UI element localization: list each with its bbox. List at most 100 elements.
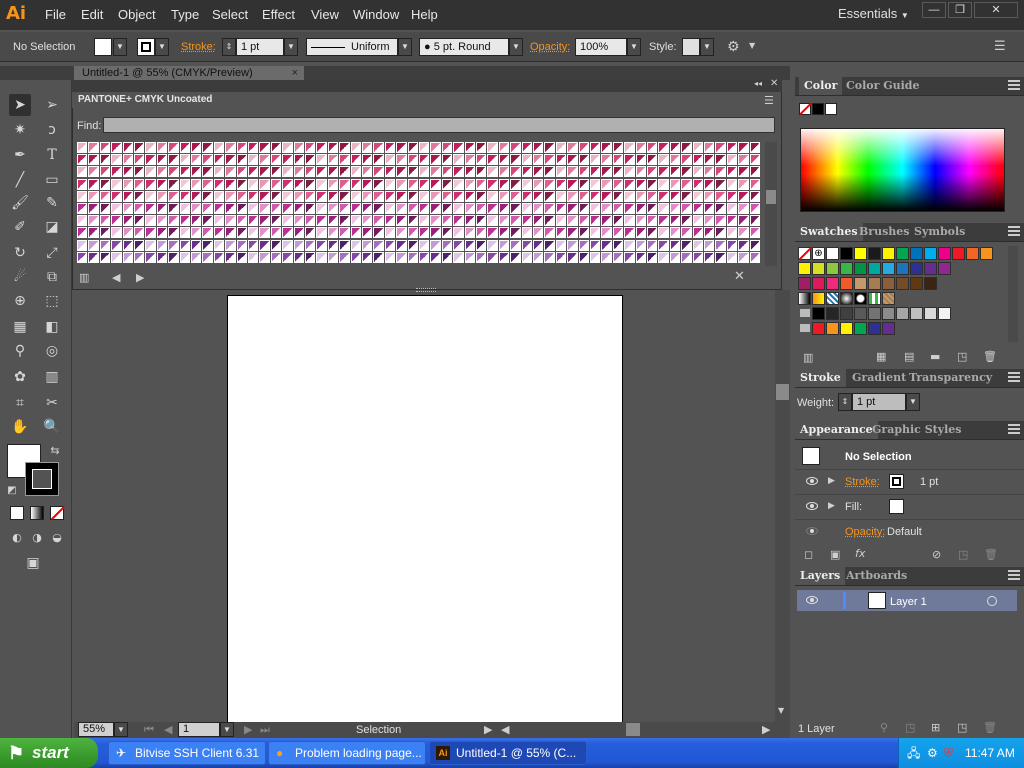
menu-window[interactable]: Window xyxy=(353,7,399,22)
pantone-swatch[interactable] xyxy=(578,251,589,263)
pantone-swatch[interactable] xyxy=(749,178,760,190)
pantone-swatch[interactable] xyxy=(430,215,441,227)
pantone-swatch[interactable] xyxy=(213,142,225,153)
pantone-swatch[interactable] xyxy=(749,166,760,178)
swatch[interactable] xyxy=(910,262,923,275)
swatch[interactable] xyxy=(826,307,839,320)
pantone-swatch[interactable] xyxy=(134,239,145,251)
pantone-scrollbar[interactable] xyxy=(765,142,777,266)
pantone-swatch[interactable] xyxy=(715,178,726,190)
pantone-swatch[interactable] xyxy=(236,227,247,239)
pantone-swatch[interactable] xyxy=(384,154,396,166)
pantone-swatch[interactable] xyxy=(236,178,247,190)
pantone-swatch[interactable] xyxy=(350,251,361,263)
perspective-grid-tool-icon[interactable]: ⬚ xyxy=(41,290,63,312)
pantone-swatch[interactable] xyxy=(487,166,498,178)
none-swatch[interactable] xyxy=(799,102,812,116)
pantone-swatch[interactable] xyxy=(612,142,624,153)
swatch[interactable] xyxy=(798,277,811,290)
pantone-swatch[interactable] xyxy=(430,190,441,202)
swatch[interactable] xyxy=(980,247,993,260)
pen-tool-icon[interactable]: ✒ xyxy=(9,144,31,166)
pantone-swatch[interactable] xyxy=(134,178,145,190)
pantone-swatch[interactable] xyxy=(749,190,760,202)
pantone-swatch[interactable] xyxy=(430,203,441,214)
swatch[interactable] xyxy=(854,307,867,320)
pantone-swatch[interactable] xyxy=(407,142,418,153)
pantone-swatch[interactable] xyxy=(316,166,327,178)
swatch[interactable] xyxy=(896,247,909,260)
stroke-swatch-dropdown[interactable]: ▼ xyxy=(155,38,169,56)
pantone-swatch[interactable] xyxy=(624,178,635,190)
pantone-swatch[interactable] xyxy=(635,239,646,251)
new-color-group-icon[interactable]: ▬ xyxy=(930,350,940,363)
pantone-swatch[interactable] xyxy=(305,154,316,166)
gradient-swatch[interactable] xyxy=(826,292,839,305)
blend-tool-icon[interactable]: ◎ xyxy=(41,340,63,362)
pantone-swatch[interactable] xyxy=(521,166,532,178)
close-button[interactable]: ✕ xyxy=(974,2,1018,18)
pantone-swatch[interactable] xyxy=(134,215,145,227)
pantone-swatch[interactable] xyxy=(704,142,715,153)
registration-swatch[interactable]: ⊕ xyxy=(812,247,825,260)
pantone-swatch[interactable] xyxy=(350,227,361,239)
screen-mode-icon[interactable]: ▣ xyxy=(22,552,44,574)
pantone-swatch[interactable] xyxy=(293,190,304,202)
pantone-swatch[interactable] xyxy=(179,239,190,251)
pantone-swatch[interactable] xyxy=(521,154,532,166)
draw-normal-icon[interactable]: ◐ xyxy=(6,527,28,549)
eye-icon[interactable] xyxy=(806,502,818,510)
pantone-swatch[interactable] xyxy=(590,239,601,251)
pantone-swatch[interactable] xyxy=(305,178,316,190)
pantone-swatch[interactable] xyxy=(419,239,430,251)
pantone-swatch[interactable] xyxy=(236,190,247,202)
pantone-swatch[interactable] xyxy=(293,166,304,178)
pantone-swatch[interactable] xyxy=(487,154,498,166)
pantone-swatch[interactable] xyxy=(726,203,738,214)
pantone-swatch[interactable] xyxy=(692,239,703,251)
swatch[interactable] xyxy=(924,247,937,260)
previous-library-icon[interactable]: ◀ xyxy=(112,271,120,284)
pantone-swatch[interactable] xyxy=(316,178,327,190)
pantone-swatch[interactable] xyxy=(692,227,703,239)
pantone-swatch[interactable] xyxy=(692,215,703,227)
swatch[interactable] xyxy=(882,322,895,335)
pantone-swatch[interactable] xyxy=(191,142,202,153)
free-transform-tool-icon[interactable]: ⧉ xyxy=(41,266,63,288)
pantone-swatch[interactable] xyxy=(282,178,293,190)
pantone-swatch[interactable] xyxy=(384,251,396,263)
pantone-swatch[interactable] xyxy=(236,215,247,227)
pantone-swatch[interactable] xyxy=(156,166,168,178)
swatch[interactable] xyxy=(826,262,839,275)
white-swatch[interactable] xyxy=(825,103,837,115)
pantone-swatch[interactable] xyxy=(464,251,475,263)
pantone-swatch[interactable] xyxy=(293,203,304,214)
swatch[interactable] xyxy=(868,277,881,290)
appearance-opacity-label[interactable]: Opacity: xyxy=(845,526,885,538)
swatch[interactable] xyxy=(826,277,839,290)
swatch[interactable] xyxy=(840,262,853,275)
pantone-swatch[interactable] xyxy=(111,227,122,239)
pantone-swatch[interactable] xyxy=(590,190,601,202)
pantone-swatch[interactable] xyxy=(555,154,567,166)
pantone-swatch[interactable] xyxy=(681,178,692,190)
swatch[interactable] xyxy=(868,247,881,260)
pantone-swatch[interactable] xyxy=(647,239,658,251)
pantone-swatch[interactable] xyxy=(647,227,658,239)
clipping-mask-icon[interactable]: ◳ xyxy=(905,721,915,734)
pantone-swatch[interactable] xyxy=(99,251,111,263)
color-mode-button[interactable] xyxy=(10,506,24,520)
pantone-swatch[interactable] xyxy=(270,251,282,263)
pantone-swatch[interactable] xyxy=(191,166,202,178)
layer-name[interactable]: Layer 1 xyxy=(890,596,927,608)
pantone-swatch[interactable] xyxy=(430,154,441,166)
pantone-swatch[interactable] xyxy=(624,203,635,214)
pantone-swatch[interactable] xyxy=(441,215,453,227)
pantone-swatch[interactable] xyxy=(179,227,190,239)
swatch[interactable] xyxy=(826,322,839,335)
swatch[interactable] xyxy=(952,247,965,260)
pantone-swatch[interactable] xyxy=(77,251,88,263)
pantone-swatch[interactable] xyxy=(111,215,122,227)
pantone-swatch[interactable] xyxy=(498,215,510,227)
swatch[interactable] xyxy=(868,322,881,335)
